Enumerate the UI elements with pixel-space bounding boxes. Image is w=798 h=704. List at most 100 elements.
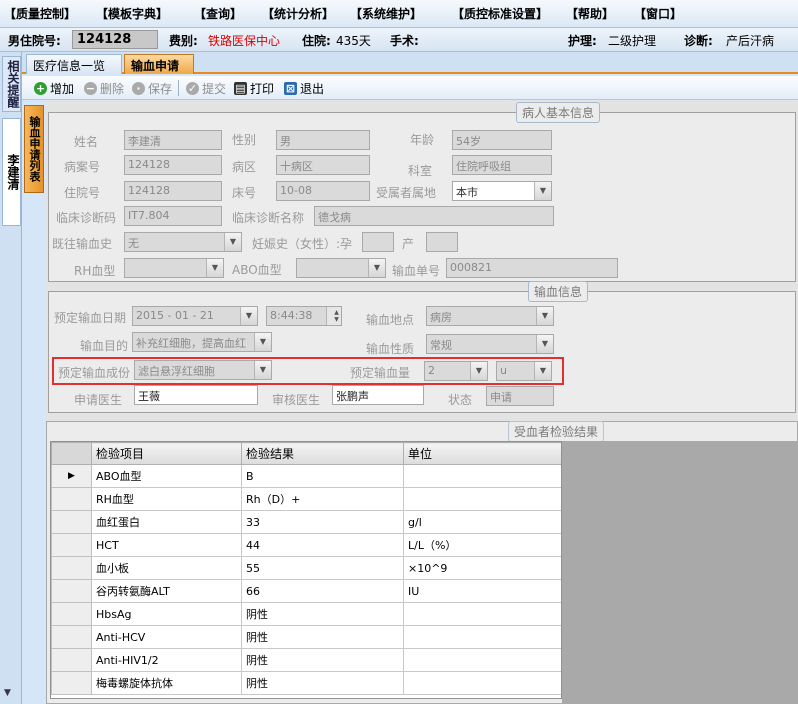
cell-item: HCT	[91, 533, 242, 557]
component-select[interactable]: 滤白悬浮红细胞	[134, 360, 272, 380]
case-no-field[interactable]: 124128	[124, 155, 222, 175]
header-unit[interactable]: 单位	[403, 442, 561, 465]
cell-result: 55	[241, 556, 404, 580]
place-label: 输血地点	[366, 313, 415, 327]
scroll-down-icon[interactable]: ▼	[4, 688, 11, 698]
unit-select[interactable]: u	[496, 361, 552, 381]
menu-system-maintenance[interactable]: 【系统维护】	[346, 5, 446, 22]
reviewer-field[interactable]: 张鹏声	[332, 385, 424, 405]
exit-button[interactable]: ⊠ 退出	[284, 79, 324, 97]
row-header	[51, 648, 92, 672]
diagnosis-value: 产后汗病	[726, 34, 775, 48]
table-row[interactable]: Anti-HIV1/2 阴性	[51, 648, 561, 672]
stay-value: 435天	[336, 34, 371, 48]
cell-item: 血小板	[91, 556, 242, 580]
lab-results-table: 检验项目 检验结果 单位 ▶ ABO血型 B RH血型 Rh（D）+ 血红蛋白 33 g/…	[51, 442, 561, 695]
menu-query[interactable]: 【查询】	[190, 5, 256, 22]
delete-button[interactable]: − 删除	[84, 79, 124, 97]
table-row[interactable]: 谷丙转氨酶ALT 66 IU	[51, 579, 561, 603]
save-button[interactable]: · 保存	[132, 79, 172, 97]
add-button[interactable]: + 增加	[34, 79, 74, 97]
bed-field[interactable]: 10-08	[276, 181, 370, 201]
nature-select[interactable]: 常规	[426, 334, 554, 354]
table-row[interactable]: 梅毒螺旋体抗体 阴性	[51, 671, 561, 695]
order-no-field[interactable]: 000821	[446, 258, 618, 278]
row-header	[51, 510, 92, 534]
pregnancy-field[interactable]	[362, 232, 394, 252]
cell-item: HbsAg	[91, 602, 242, 626]
cell-unit	[403, 625, 561, 649]
cell-unit	[403, 464, 561, 488]
cell-item: 梅毒螺旋体抗体	[91, 671, 242, 695]
related-reminder-tab[interactable]: 相关提醒	[2, 56, 21, 112]
header-result[interactable]: 检验结果	[241, 442, 404, 465]
menu-statistics[interactable]: 【统计分析】	[258, 5, 344, 22]
cell-result: 阴性	[241, 625, 404, 649]
sex-field[interactable]: 男	[276, 130, 370, 150]
menu-window[interactable]: 【窗口】	[630, 5, 690, 22]
age-field[interactable]: 54岁	[452, 130, 552, 150]
cell-item: 谷丙转氨酶ALT	[91, 579, 242, 603]
doctor-field[interactable]: 王薇	[134, 385, 258, 405]
transfusion-info-legend: 输血信息	[528, 281, 589, 302]
abo-select[interactable]	[296, 258, 386, 278]
table-header-row: 检验项目 检验结果 单位	[51, 442, 561, 465]
abo-label: ABO血型	[232, 263, 282, 277]
main-content: 病人基本信息 姓名 李建清 性别 男 年龄 54岁 病案号 124128 病区 …	[46, 100, 798, 704]
pregnancy-label: 妊娠史（女性）:孕	[252, 237, 353, 251]
menu-qc-standard-settings[interactable]: 【质控标准设置】	[448, 5, 560, 22]
component-label: 预定输血成份	[58, 366, 131, 380]
tab-medical-overview[interactable]: 医疗信息一览表	[26, 54, 122, 90]
patient-name-tab[interactable]: 李建清	[2, 118, 21, 226]
printer-icon: ▤	[234, 81, 247, 95]
age-label: 年龄	[410, 133, 435, 147]
name-field[interactable]: 李建清	[124, 130, 222, 150]
menu-help[interactable]: 【帮助】	[562, 5, 628, 22]
menu-template-dictionary[interactable]: 【模板字典】	[92, 5, 188, 22]
amount-select[interactable]: 2	[424, 361, 488, 381]
diag-code-field[interactable]: IT7.804	[124, 206, 222, 226]
left-sidebar: 相关提醒 李建清 ▼	[0, 52, 22, 704]
patient-info-bar: 男住院号: 124128 费别: 铁路医保中心 住院: 435天 手术: 护理:…	[0, 28, 798, 52]
table-row[interactable]: 血红蛋白 33 g/l	[51, 510, 561, 534]
nature-label: 输血性质	[366, 342, 415, 356]
region-select[interactable]: 本市	[452, 181, 552, 201]
cell-unit	[403, 602, 561, 626]
surgery-label: 手术:	[390, 34, 419, 48]
header-item[interactable]: 检验项目	[91, 442, 242, 465]
planned-time-field[interactable]: 8:44:38	[266, 306, 342, 326]
place-select[interactable]: 病房	[426, 306, 554, 326]
planned-date-picker[interactable]: 2015 - 01 - 21	[132, 306, 258, 326]
current-row-indicator-icon: ▶	[51, 464, 92, 488]
purpose-select[interactable]: 补充红细胞，提高血红	[132, 332, 272, 352]
cell-result: 阴性	[241, 602, 404, 626]
inpatient-id-label: 男住院号:	[8, 34, 61, 48]
cell-result: Rh（D）+	[241, 487, 404, 511]
menu-quality-control[interactable]: 【质量控制】	[0, 5, 90, 22]
rh-select[interactable]	[124, 258, 224, 278]
birth-field[interactable]	[426, 232, 458, 252]
table-row[interactable]: RH血型 Rh（D）+	[51, 487, 561, 511]
nursing-label: 护理:	[568, 34, 597, 48]
cell-item: Anti-HCV	[91, 625, 242, 649]
history-select[interactable]: 无	[124, 232, 242, 252]
grid-empty-area	[562, 441, 798, 704]
dept-field[interactable]: 住院呼吸组	[452, 155, 552, 175]
purpose-label: 输血目的	[80, 339, 129, 353]
table-row[interactable]: Anti-HCV 阴性	[51, 625, 561, 649]
table-row[interactable]: 血小板 55 ×10^9	[51, 556, 561, 580]
table-row[interactable]: HCT 44 L/L（%）	[51, 533, 561, 557]
transfusion-list-tab[interactable]: 输血申请列表	[24, 105, 44, 193]
inpatient-no-field[interactable]: 124128	[124, 181, 222, 201]
status-field[interactable]: 申请	[486, 386, 554, 406]
table-row[interactable]: HbsAg 阴性	[51, 602, 561, 626]
diag-name-field[interactable]: 德戈病	[314, 206, 554, 226]
inpatient-id-value: 124128	[72, 30, 158, 49]
submit-button[interactable]: ✓ 提交	[186, 79, 226, 97]
table-row[interactable]: ▶ ABO血型 B	[51, 464, 561, 488]
tab-transfusion-request[interactable]: 输血申请	[124, 54, 194, 74]
print-button[interactable]: ▤ 打印	[234, 79, 274, 97]
row-header	[51, 625, 92, 649]
delete-icon: −	[84, 81, 97, 95]
ward-field[interactable]: 十病区	[276, 155, 370, 175]
